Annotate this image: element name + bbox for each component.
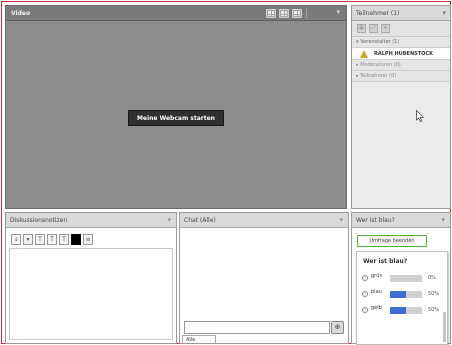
undo-icon[interactable]: ↓	[11, 234, 21, 245]
bold-icon[interactable]: T	[35, 234, 45, 245]
participants-header: Teilnehmer (1) ▾	[352, 6, 450, 21]
poll-option-label: grün	[371, 273, 383, 279]
chat-message-input[interactable]	[184, 321, 330, 334]
poll-result-percent: 50%	[428, 291, 440, 297]
chevron-down-icon[interactable]: ▾	[336, 8, 340, 16]
poll-title: Wer ist blau?	[356, 217, 395, 224]
group-organizers[interactable]: ▾ Veranstalter (1)	[352, 37, 450, 48]
start-webcam-button[interactable]: Meine Webcam starten	[128, 110, 224, 126]
radio-button[interactable]	[362, 291, 368, 297]
poll-question: Wer ist blau?	[363, 258, 408, 265]
underline-icon[interactable]: T	[59, 234, 69, 245]
participant-name: RALPH HUBENSTOCK	[374, 51, 433, 57]
poll-results-card: Wer ist blau? grün 0% blau 50% gelb 50%	[356, 251, 448, 345]
list-icon[interactable]: ≡	[83, 234, 93, 245]
chat-messages	[183, 231, 345, 317]
send-message-button[interactable]: ⊕	[331, 321, 344, 334]
participants-panel: Teilnehmer (1) ▾ ▦ ⤢ ≡ ▾ Veranstalter (1…	[351, 5, 451, 209]
chat-title: Chat (Alle)	[184, 217, 216, 224]
chevron-down-icon[interactable]: ▾	[167, 216, 171, 224]
header-divider	[306, 9, 307, 18]
video-panel: Video ▾ Meine Webcam starten	[5, 5, 347, 209]
expand-icon[interactable]: ⤢	[369, 24, 378, 33]
participant-item[interactable]: RALPH HUBENSTOCK	[352, 48, 450, 60]
tile-layout-icon[interactable]	[279, 9, 289, 18]
scrollbar[interactable]	[443, 312, 446, 342]
poll-option[interactable]: blau 50%	[362, 288, 448, 302]
poll-result-percent: 0%	[428, 275, 436, 281]
poll-panel: Wer ist blau? ▾ Umfrage beenden Wer ist …	[351, 212, 451, 345]
radio-button[interactable]	[362, 307, 368, 313]
radio-button[interactable]	[362, 275, 368, 281]
poll-option-label: blau	[371, 289, 382, 295]
italic-icon[interactable]: T	[47, 234, 57, 245]
poll-result-bar	[390, 307, 422, 314]
filter-icon[interactable]: ≡	[381, 24, 390, 33]
participants-title: Teilnehmer (1)	[356, 10, 400, 17]
chat-header: Chat (Alle) ▾	[180, 213, 348, 228]
chevron-down-icon[interactable]: ▾	[442, 9, 446, 17]
notes-editor[interactable]	[9, 248, 173, 340]
chevron-down-icon[interactable]: ▾	[339, 216, 343, 224]
video-panel-title: Video	[11, 10, 31, 17]
grid-icon[interactable]: ▦	[357, 24, 366, 33]
poll-result-fill	[390, 307, 406, 314]
presenter-icon	[360, 50, 368, 58]
poll-result-fill	[390, 291, 406, 298]
video-panel-header: Video ▾	[6, 6, 346, 21]
font-size-dropdown[interactable]: ▾	[23, 234, 33, 245]
discussion-notes-header: Diskussionsnotizen ▾	[6, 213, 176, 228]
chat-panel: Chat (Alle) ▾ ⊕ Alle	[179, 212, 349, 344]
poll-result-bar	[390, 275, 422, 282]
group-moderators[interactable]: ▸ Moderatoren (0)	[352, 60, 450, 71]
poll-option[interactable]: gelb 50%	[362, 304, 448, 318]
chevron-down-icon[interactable]: ▾	[441, 216, 445, 224]
poll-header: Wer ist blau? ▾	[352, 213, 450, 228]
poll-result-bar	[390, 291, 422, 298]
poll-option[interactable]: grün 0%	[362, 272, 448, 286]
end-poll-button[interactable]: Umfrage beenden	[357, 235, 427, 247]
mouse-cursor-icon	[416, 110, 424, 122]
chat-tab-all[interactable]: Alle	[182, 335, 216, 343]
fullscreen-icon[interactable]	[292, 9, 302, 18]
poll-result-percent: 50%	[428, 307, 440, 313]
app-window: Video ▾ Meine Webcam starten Teilnehmer …	[1, 1, 451, 345]
discussion-notes-panel: Diskussionsnotizen ▾ ↓ ▾ T T T ≡	[5, 212, 177, 344]
poll-option-label: gelb	[371, 305, 382, 311]
group-participants[interactable]: ▸ Teilnehmer (0)	[352, 71, 450, 82]
participants-toolbar: ▦ ⤢ ≡	[352, 21, 450, 37]
text-color-swatch[interactable]	[71, 234, 81, 245]
grid-layout-icon[interactable]	[266, 9, 276, 18]
text-format-toolbar: ↓ ▾ T T T ≡	[11, 234, 93, 246]
discussion-notes-title: Diskussionsnotizen	[10, 217, 68, 224]
